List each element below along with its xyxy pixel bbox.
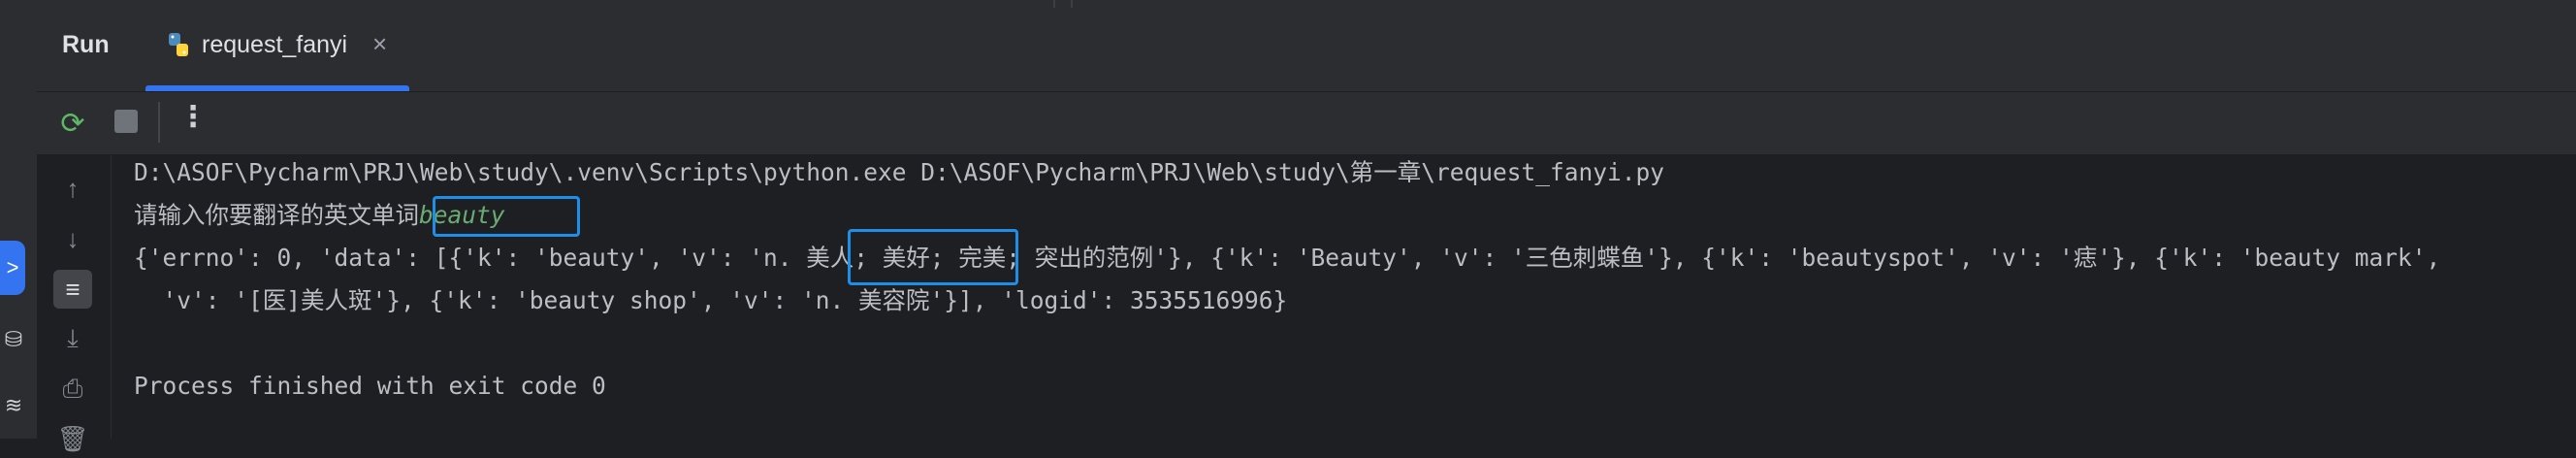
output-segment: {'errno': 0, 'data': [{'k': 'beauty', 'v… [134, 244, 792, 272]
top-strip [0, 0, 2576, 8]
output-segment: 完美; 突出的范例'}, {'k': 'Beauty', 'v': '三色刺蝶鱼… [944, 244, 2441, 272]
input-prompt: 请输入你要翻译的英文单词 [134, 201, 419, 229]
console-side-tools: ↑ ↓ ≡ ⤓ ⎙ 🗑 [37, 155, 112, 453]
tab-request-fanyi[interactable]: request_fanyi × [142, 8, 409, 91]
python-packages-icon[interactable]: ⛁ [2, 327, 25, 351]
run-tool-header: Run request_fanyi × [37, 8, 2576, 92]
down-arrow-icon[interactable]: ↓ [53, 219, 92, 258]
more-options-icon[interactable]: ⋮ [178, 100, 208, 134]
soft-wrap-icon[interactable]: ≡ [53, 270, 92, 309]
active-tab-indicator [145, 85, 409, 91]
toolbar-separator [158, 102, 160, 143]
console-command-line: D:\ASOF\Pycharm\PRJ\Web\study\.venv\Scri… [134, 158, 1665, 186]
console-output-line: 'v': '[医]美人斑'}, {'k': 'beauty shop', 'v'… [134, 286, 1288, 314]
translation-highlight-box [848, 229, 1018, 285]
console-output-line: {'errno': 0, 'data': [{'k': 'beauty', 'v… [134, 241, 2440, 276]
close-icon[interactable]: × [372, 29, 387, 59]
print-icon[interactable]: ⎙ [53, 369, 92, 408]
left-tool-strip: > ⛁ ≋ [0, 8, 38, 439]
rerun-icon[interactable]: ⟳ [56, 108, 89, 141]
input-highlight-box [433, 196, 580, 237]
run-window-icon[interactable]: > [0, 241, 25, 295]
scroll-to-end-icon[interactable]: ⤓ [53, 318, 92, 357]
top-divider [1053, 0, 1055, 8]
stop-icon[interactable] [114, 110, 138, 133]
up-arrow-icon[interactable]: ↑ [53, 169, 92, 208]
top-divider [1071, 0, 1073, 8]
trash-icon[interactable]: 🗑 [53, 419, 92, 458]
console-exit-line: Process finished with exit code 0 [134, 372, 606, 400]
run-toolbar: ⟳ ⋮ [37, 92, 2576, 155]
run-tool-label: Run [62, 31, 110, 58]
layers-icon[interactable]: ≋ [2, 393, 25, 417]
python-file-icon [169, 33, 188, 56]
tab-title: request_fanyi [202, 31, 348, 58]
